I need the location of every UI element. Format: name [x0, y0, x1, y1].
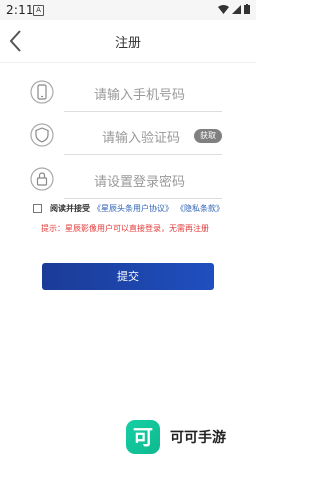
signal-icon [232, 4, 241, 14]
shield-icon [30, 123, 54, 147]
phone-input[interactable]: 请输入手机号码 [94, 84, 185, 103]
agreement-row: 阅读并接受 《星辰头条用户协议》 《隐私条款》 [33, 203, 224, 214]
status-bar: 2:11 A [0, 0, 256, 20]
code-field[interactable]: 请输入验证码 获取 [30, 121, 222, 155]
nav-bar: 注册 [0, 20, 256, 63]
agreement-text: 阅读并接受 [50, 204, 90, 213]
code-input[interactable]: 请输入验证码 [102, 127, 180, 146]
register-hint: 提示：星辰影像用户可以直接登录，无需再注册 [41, 224, 209, 233]
phone-field[interactable]: 请输入手机号码 [30, 78, 222, 112]
privacy-policy-link[interactable]: 《隐私条款》 [176, 203, 224, 214]
password-field[interactable]: 请设置登录密码 [30, 165, 222, 199]
divider [64, 198, 222, 199]
app-logo: 可 [126, 420, 160, 454]
lock-icon [30, 167, 54, 191]
wifi-icon [218, 4, 229, 14]
system-icons [218, 4, 250, 14]
agree-checkbox[interactable] [33, 204, 42, 213]
status-time: 2:11 [6, 3, 34, 17]
submit-button[interactable]: 提交 [42, 263, 214, 290]
battery-icon [244, 4, 250, 14]
phone-icon [30, 80, 54, 104]
brand: 可 可可手游 [126, 420, 226, 454]
divider [64, 154, 222, 155]
divider [64, 111, 222, 112]
user-agreement-link[interactable]: 《星辰头条用户协议》 [93, 203, 173, 214]
get-code-button[interactable]: 获取 [194, 129, 222, 143]
page-title: 注册 [114, 36, 141, 51]
notification-app-icon: A [33, 5, 44, 16]
brand-name: 可可手游 [170, 430, 226, 446]
password-input[interactable]: 请设置登录密码 [94, 171, 185, 190]
